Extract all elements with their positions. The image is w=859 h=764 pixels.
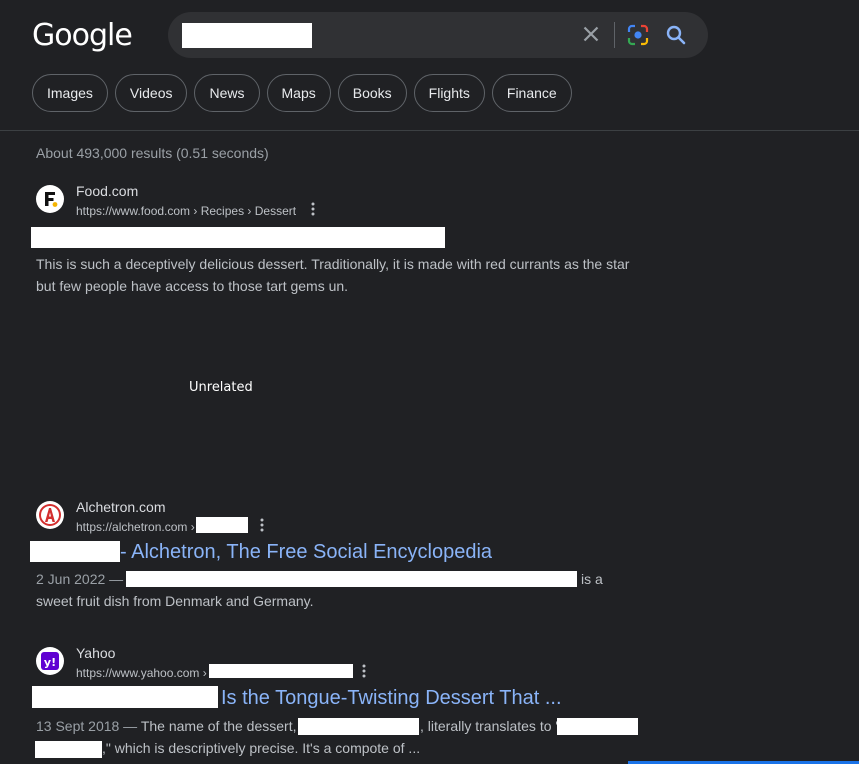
chip-finance[interactable]: Finance	[491, 74, 572, 112]
filter-chips: Images Videos News Maps Books Flights Fi…	[32, 74, 572, 112]
snippet-redacted	[298, 718, 419, 735]
result-title-link[interactable]: Is the Tongue-Twisting Dessert That ...	[221, 687, 562, 710]
result-title-redacted[interactable]	[32, 686, 218, 708]
unrelated-label: Unrelated	[189, 380, 253, 395]
google-logo[interactable]: Google	[32, 18, 133, 53]
food-favicon-icon	[36, 185, 64, 213]
result-title-link[interactable]: - Alchetron, The Free Social Encyclopedi…	[120, 541, 492, 564]
result-stats: About 493,000 results (0.51 seconds)	[36, 145, 269, 161]
result-site-name[interactable]: Alchetron.com	[76, 499, 165, 515]
result-site-name[interactable]: Food.com	[76, 183, 138, 199]
snippet-redacted	[35, 741, 102, 758]
snippet-redacted	[557, 718, 638, 735]
lens-icon[interactable]	[626, 23, 650, 47]
result-snippet: This is such a deceptively delicious des…	[36, 256, 630, 294]
result-url[interactable]: https://www.food.com › Recipes › Dessert	[76, 204, 296, 218]
result-date: 13 Sept 2018 —	[36, 718, 138, 734]
search-query-redacted[interactable]	[182, 23, 312, 48]
more-vert-icon[interactable]	[260, 518, 264, 532]
search-divider	[614, 22, 615, 48]
snippet-redacted	[126, 571, 577, 587]
yahoo-favicon-icon: y!	[36, 647, 64, 675]
result-title-redacted[interactable]	[30, 541, 120, 562]
result-url-redacted[interactable]	[209, 664, 353, 678]
result-url[interactable]: https://alchetron.com ›	[76, 520, 195, 534]
svg-text:y!: y!	[44, 656, 56, 669]
chip-books[interactable]: Books	[337, 74, 407, 112]
result-url[interactable]: https://www.yahoo.com ›	[76, 666, 207, 680]
result-url-redacted[interactable]	[196, 517, 248, 533]
result-snippet: 13 Sept 2018 — The name of the dessert, …	[35, 715, 646, 759]
more-vert-icon[interactable]	[311, 202, 315, 216]
search-icon[interactable]	[664, 23, 688, 47]
clear-icon[interactable]	[578, 21, 604, 47]
alchetron-favicon-icon	[36, 501, 64, 529]
chip-news[interactable]: News	[194, 74, 260, 112]
result-site-name[interactable]: Yahoo	[76, 645, 115, 661]
chip-maps[interactable]: Maps	[266, 74, 331, 112]
more-vert-icon[interactable]	[362, 664, 366, 678]
result-title-redacted[interactable]	[31, 227, 445, 248]
result-date: 2 Jun 2022 —	[36, 571, 124, 587]
header-divider	[0, 130, 859, 131]
result-snippet: 2 Jun 2022 — is a sweet fruit dish from …	[36, 571, 603, 609]
chip-images[interactable]: Images	[32, 74, 108, 112]
chip-flights[interactable]: Flights	[413, 74, 485, 112]
chip-videos[interactable]: Videos	[114, 74, 188, 112]
search-bar[interactable]	[168, 12, 708, 58]
